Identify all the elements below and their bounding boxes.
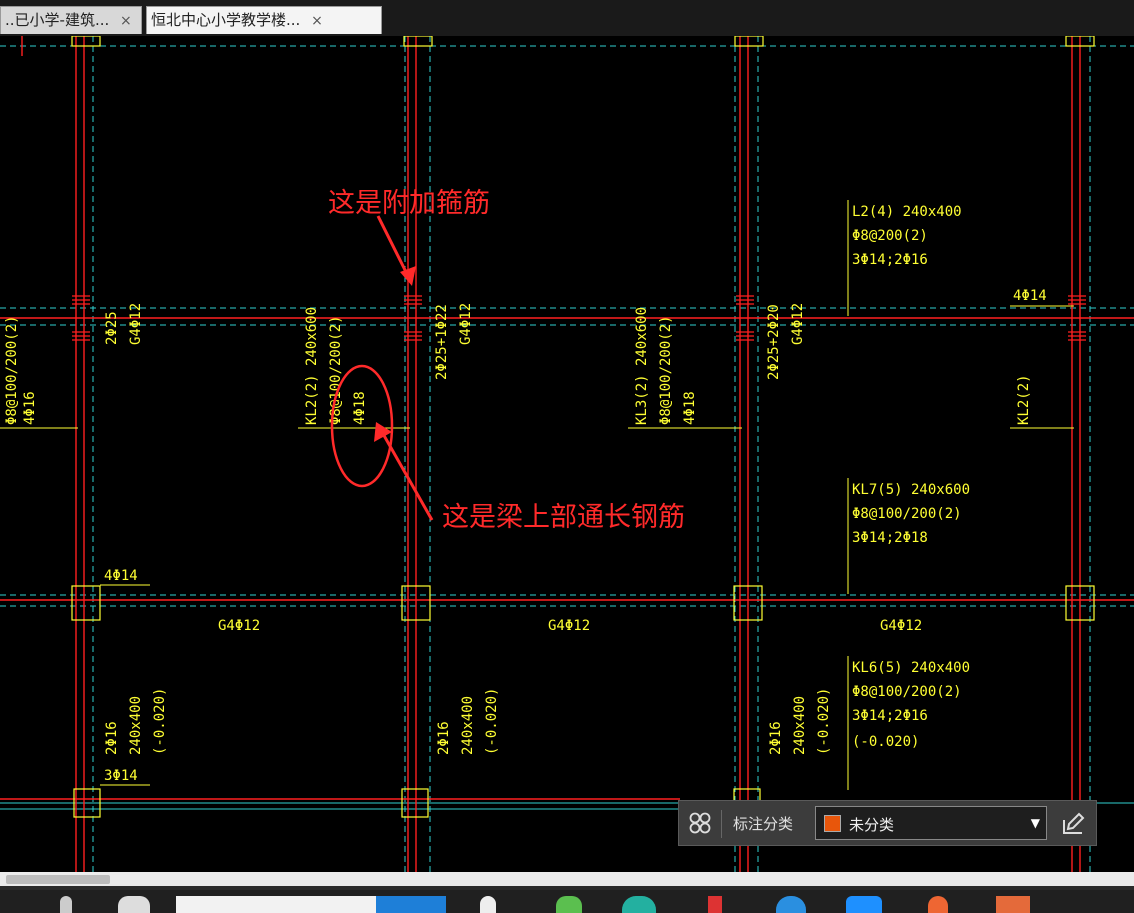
top-bar-note: 这是梁上部通长钢筋 [442, 502, 685, 533]
taskbar-icon[interactable] [556, 896, 582, 913]
close-icon[interactable]: × [311, 8, 323, 34]
close-icon[interactable]: × [120, 8, 132, 34]
col3-top-label: 2Φ25+2Φ20 [766, 304, 782, 380]
tab-document-1[interactable]: ..已小学-建筑... × [0, 6, 142, 34]
kl3-name-label: KL3(2) 240x600 [634, 307, 650, 425]
b3-bars-label: 2Φ16 [768, 721, 784, 755]
kl6-bars-label: 3Φ14;2Φ16 [852, 708, 928, 724]
tab-label: ..已小学-建筑... [5, 11, 110, 29]
l2-bars-label: 3Φ14;2Φ16 [852, 252, 928, 268]
beam-labels: L2(4) 240x400 Φ8@200(2) 3Φ14;2Φ16 4Φ14 K… [104, 204, 1047, 784]
kl3-stirrup-label: Φ8@100/200(2) [658, 315, 674, 425]
annotation-category-label: 标注分类 [733, 815, 794, 833]
taskbar-icon[interactable] [60, 896, 72, 913]
kl2-name-label: KL2(2) 240x600 [304, 307, 320, 425]
highlight-ellipse [330, 364, 394, 488]
taskbar-icon[interactable] [622, 896, 656, 913]
taskbar-search[interactable] [176, 896, 376, 913]
b3-size-label: 240x400 [792, 696, 808, 755]
col3-g4-label: G4Φ12 [790, 303, 806, 345]
b1-bars-label: 2Φ16 [104, 721, 120, 755]
kl2-stirrup-label: Φ8@100/200(2) [328, 315, 344, 425]
kl7-name-label: KL7(5) 240x600 [852, 482, 970, 498]
edit-icon[interactable] [1059, 810, 1087, 838]
taskbar-button[interactable] [376, 896, 446, 913]
arrow-line [380, 431, 434, 521]
selected-category: 未分类 [849, 816, 895, 834]
b2-bars-label: 2Φ16 [436, 721, 452, 755]
b2-size-label: 240x400 [460, 696, 476, 755]
scrollbar-thumb[interactable] [6, 875, 110, 884]
kl6-name-label: KL6(5) 240x400 [852, 660, 970, 676]
kl2-bars-label: 4Φ18 [352, 391, 368, 425]
divider [721, 810, 722, 838]
tab-label: 恒北中心小学教学楼... [151, 11, 301, 29]
mid-left-bars-label: 4Φ14 [104, 568, 138, 584]
stirrup-note: 这是附加箍筋 [328, 188, 490, 219]
taskbar-icon[interactable] [846, 896, 882, 913]
taskbar-icon[interactable] [928, 896, 948, 913]
edge-bars-label: 4Φ16 [22, 391, 38, 425]
taskbar-icon[interactable] [118, 896, 150, 913]
taskbar-icon[interactable] [776, 896, 806, 913]
l2-stirrup-label: Φ8@200(2) [852, 228, 928, 244]
arrow-head [374, 422, 392, 442]
g4-label-b: G4Φ12 [548, 618, 590, 634]
kl2-right-label: KL2(2) [1016, 374, 1032, 425]
chevron-down-icon: ▼ [1030, 816, 1040, 830]
horizontal-scrollbar[interactable] [0, 872, 1134, 886]
taskbar-icon[interactable] [996, 896, 1030, 913]
beam-lines [0, 36, 1134, 872]
b1-size-label: 240x400 [128, 696, 144, 755]
kl7-stirrup-label: Φ8@100/200(2) [852, 506, 962, 522]
markup-annotations: 这是附加箍筋 这是梁上部通长钢筋 [328, 188, 685, 533]
axis-grid [0, 36, 1134, 872]
taskbar-icon[interactable] [708, 896, 722, 913]
col1-g4-label: G4Φ12 [128, 303, 144, 345]
annotation-category-panel: 标注分类 未分类 ▼ [678, 800, 1097, 846]
taskbar-icon[interactable] [480, 896, 496, 913]
tab-document-2[interactable]: 恒北中心小学教学楼... × [146, 6, 382, 34]
b2-elev-label: (-0.020) [484, 688, 500, 755]
b1-elev-label: (-0.020) [152, 688, 168, 755]
document-tab-bar: ..已小学-建筑... × 恒北中心小学教学楼... × [0, 0, 1134, 36]
b3-elev-label: (-0.020) [816, 688, 832, 755]
bottom-left-bars-label: 3Φ14 [104, 768, 138, 784]
kl7-bars-label: 3Φ14;2Φ18 [852, 530, 928, 546]
drawing: L2(4) 240x400 Φ8@200(2) 3Φ14;2Φ16 4Φ14 K… [0, 36, 1134, 872]
category-select[interactable]: 未分类 ▼ [815, 806, 1047, 840]
grid-icon[interactable] [687, 810, 713, 836]
bottom-strip [0, 872, 1134, 913]
col1-top-label: 2Φ25 [104, 311, 120, 345]
l2-name-label: L2(4) 240x400 [852, 204, 962, 220]
edge-stirrup-label: Φ8@100/200(2) [4, 315, 20, 425]
cad-drawing-canvas[interactable]: L2(4) 240x400 Φ8@200(2) 3Φ14;2Φ16 4Φ14 K… [0, 36, 1134, 872]
top-right-bars-label: 4Φ14 [1013, 288, 1047, 304]
col2-g4-label: G4Φ12 [458, 303, 474, 345]
color-swatch [824, 815, 841, 832]
kl6-elev-label: (-0.020) [852, 734, 919, 750]
kl3-bars-label: 4Φ18 [682, 391, 698, 425]
kl6-stirrup-label: Φ8@100/200(2) [852, 684, 962, 700]
taskbar [0, 890, 1134, 913]
col2-top-label: 2Φ25+1Φ22 [434, 304, 450, 380]
g4-label-a: G4Φ12 [218, 618, 260, 634]
g4-label-c: G4Φ12 [880, 618, 922, 634]
